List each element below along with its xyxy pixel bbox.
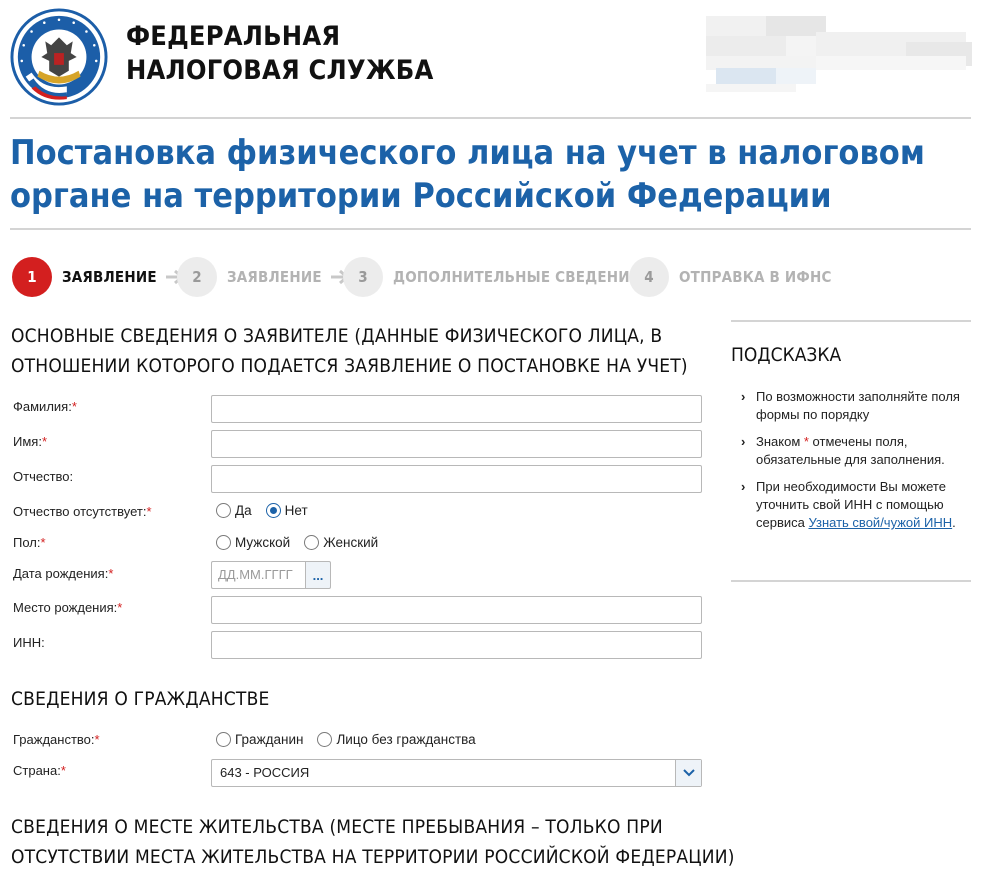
hint-panel: ПОДСКАЗКА › По возможности заполняйте по…: [731, 320, 971, 582]
wizard-steps: 1 ЗАЯВЛЕНИЕ 2 ЗАЯВЛЕНИЕ 3 ДОПОЛНИТЕЛЬНЫЕ…: [12, 257, 972, 297]
name-row: Имя:*: [13, 430, 703, 458]
birth-place-label: Место рождения:*: [13, 600, 123, 615]
hint-title: ПОДСКАЗКА: [731, 344, 842, 366]
site-header: ФЕДЕРАЛЬНАЯ НАЛОГОВАЯ СЛУЖБА: [0, 0, 986, 118]
gender-female-option[interactable]: Женский: [304, 535, 378, 550]
brand-line2: НАЛОГОВАЯ СЛУЖБА: [126, 55, 434, 86]
step-2[interactable]: 2 ЗАЯВЛЕНИЕ: [177, 257, 350, 297]
country-label: Страна:*: [13, 763, 66, 778]
patronymic-row: Отчество:: [13, 465, 703, 493]
chevron-right-icon: ›: [741, 389, 746, 404]
gender-radio-group: Мужской Женский: [216, 535, 392, 550]
hint-item: › По возможности заполняйте поля формы п…: [741, 389, 960, 422]
blurred-user-info: [706, 16, 976, 92]
required-mark: *: [71, 399, 77, 414]
brand-line1: ФЕДЕРАЛЬНАЯ: [126, 21, 341, 52]
fns-emblem-icon[interactable]: [10, 8, 108, 106]
birth-date-row: Дата рождения:* ДД.ММ.ГГГГ ...: [13, 561, 703, 589]
chevron-down-icon: [682, 769, 695, 777]
title-divider: [10, 228, 971, 230]
required-mark: *: [117, 600, 123, 615]
calendar-button[interactable]: ...: [305, 561, 331, 589]
citizenship-label: Гражданство:*: [13, 732, 100, 747]
required-mark: *: [41, 434, 47, 449]
citizenship-radio-group: Гражданин Лицо без гражданства: [216, 732, 490, 747]
radio-unchecked-icon[interactable]: [216, 535, 231, 550]
required-mark: *: [108, 566, 114, 581]
required-mark: *: [60, 763, 66, 778]
inn-label: ИНН:: [13, 635, 45, 650]
find-inn-link[interactable]: Узнать свой/чужой ИНН: [808, 515, 952, 530]
hint-item: › При необходимости Вы можете уточнить с…: [741, 479, 956, 530]
section-residence-title: СВЕДЕНИЯ О МЕСТЕ ЖИТЕЛЬСТВА (МЕСТЕ ПРЕБЫ…: [11, 816, 735, 868]
surname-row: Фамилия:*: [13, 395, 703, 423]
step-4-number: 4: [629, 257, 669, 297]
step-2-label: ЗАЯВЛЕНИЕ: [227, 268, 322, 286]
chevron-right-icon: ›: [741, 479, 746, 494]
step-3-number: 3: [343, 257, 383, 297]
step-2-number: 2: [177, 257, 217, 297]
surname-label: Фамилия:*: [13, 399, 77, 414]
brand-name[interactable]: ФЕДЕРАЛЬНАЯ НАЛОГОВАЯ СЛУЖБА: [126, 20, 434, 88]
section-citizenship-title: СВЕДЕНИЯ О ГРАЖДАНСТВЕ: [11, 688, 270, 710]
step-1-label: ЗАЯВЛЕНИЕ: [62, 268, 157, 286]
radio-unchecked-icon[interactable]: [216, 503, 231, 518]
step-4[interactable]: 4 ОТПРАВКА В ИФНС: [629, 257, 832, 297]
step-3[interactable]: 3 ДОПОЛНИТЕЛЬНЫЕ СВЕДЕНИЯ: [343, 257, 668, 297]
hint-item: › Знаком * отмечены поля, обязательные д…: [741, 434, 945, 467]
gender-label: Пол:*: [13, 535, 46, 550]
page-title: Постановка физического лица на учет в на…: [10, 133, 925, 216]
section-basic-title: ОСНОВНЫЕ СВЕДЕНИЯ О ЗАЯВИТЕЛЕ (ДАННЫЕ ФИ…: [11, 325, 688, 377]
citizenship-row: Гражданство:* Гражданин Лицо без граждан…: [13, 732, 703, 752]
country-select[interactable]: 643 - РОССИЯ: [211, 759, 702, 787]
chevron-right-icon: ›: [741, 434, 746, 449]
country-row: Страна:* 643 - РОССИЯ: [13, 759, 703, 787]
gender-male-option[interactable]: Мужской: [216, 535, 290, 550]
gender-row: Пол:* Мужской Женский: [13, 535, 703, 555]
step-1[interactable]: 1 ЗАЯВЛЕНИЕ: [12, 257, 185, 297]
no-patronymic-no-option[interactable]: Нет: [265, 503, 308, 518]
name-input[interactable]: [211, 430, 702, 458]
step-3-label: ДОПОЛНИТЕЛЬНЫЕ СВЕДЕНИЯ: [393, 268, 641, 286]
step-1-number: 1: [12, 257, 52, 297]
radio-unchecked-icon[interactable]: [216, 732, 231, 747]
required-mark: *: [40, 535, 46, 550]
dropdown-button[interactable]: [675, 760, 701, 786]
patronymic-input[interactable]: [211, 465, 702, 493]
surname-input[interactable]: [211, 395, 702, 423]
required-mark: *: [146, 504, 152, 519]
birth-place-row: Место рождения:*: [13, 596, 703, 624]
birth-date-input[interactable]: ДД.ММ.ГГГГ: [211, 561, 305, 589]
stateless-option[interactable]: Лицо без гражданства: [317, 732, 476, 747]
birth-date-label: Дата рождения:*: [13, 566, 114, 581]
radio-unchecked-icon[interactable]: [304, 535, 320, 550]
required-mark: *: [94, 732, 100, 747]
step-4-label: ОТПРАВКА В ИФНС: [679, 268, 832, 286]
name-label: Имя:*: [13, 434, 47, 449]
radio-checked-icon[interactable]: [265, 503, 281, 518]
birth-date-picker: ДД.ММ.ГГГГ ...: [211, 561, 331, 589]
citizen-option[interactable]: Гражданин: [216, 732, 303, 747]
no-patronymic-label: Отчество отсутствует:*: [13, 504, 152, 519]
inn-row: ИНН:: [13, 631, 703, 659]
header-divider: [10, 117, 971, 119]
no-patronymic-row: Отчество отсутствует:* Да Нет: [13, 503, 703, 523]
radio-unchecked-icon[interactable]: [317, 732, 333, 747]
no-patronymic-yes-option[interactable]: Да: [216, 503, 252, 518]
no-patronymic-radio-group: Да Нет: [216, 503, 322, 518]
patronymic-label: Отчество:: [13, 469, 74, 484]
birth-place-input[interactable]: [211, 596, 702, 624]
country-select-value: 643 - РОССИЯ: [220, 765, 310, 780]
inn-input[interactable]: [211, 631, 702, 659]
hint-list: › По возможности заполняйте поля формы п…: [741, 388, 966, 541]
